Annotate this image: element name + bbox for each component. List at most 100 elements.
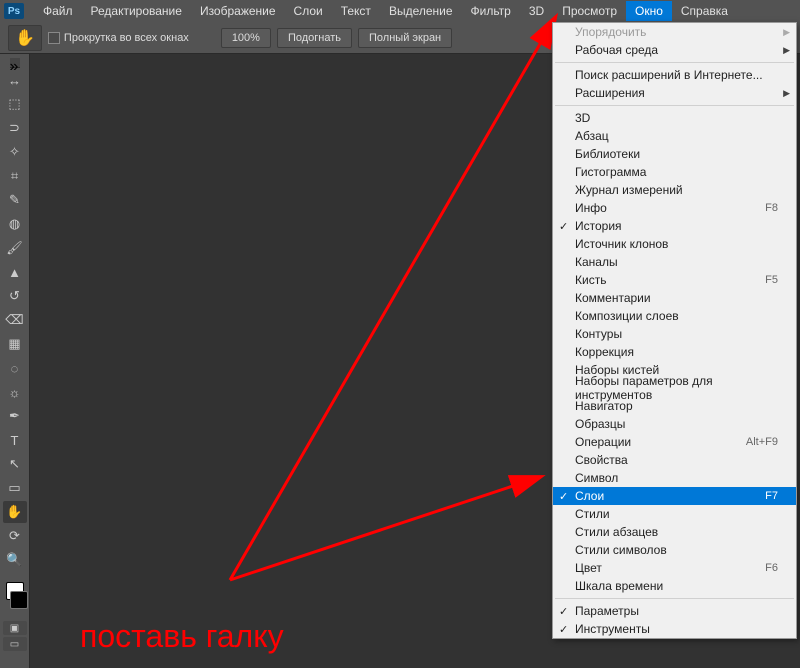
menu-image[interactable]: Изображение — [191, 1, 285, 21]
menu-panel-item[interactable]: Символ — [553, 469, 796, 487]
zoom-tool[interactable]: 🔍 — [3, 549, 27, 571]
menu-item-label: Шкала времени — [575, 579, 778, 593]
menu-panel-item[interactable]: Стили — [553, 505, 796, 523]
menu-panel-item[interactable]: Каналы — [553, 253, 796, 271]
menu-panel-item[interactable]: Журнал измерений — [553, 181, 796, 199]
submenu-arrow-icon: ▶ — [783, 27, 790, 38]
fullscreen-button[interactable]: Полный экран — [358, 28, 452, 48]
menu-panel-item[interactable]: Контуры — [553, 325, 796, 343]
menu-select[interactable]: Выделение — [380, 1, 462, 21]
annotation-text: поставь галку — [80, 618, 284, 655]
menu-layers[interactable]: Слои — [285, 1, 332, 21]
menu-item-label: Стили символов — [575, 543, 778, 557]
toolbox-collapse-icon[interactable]: » — [10, 58, 20, 68]
marquee-tool[interactable]: ⬚ — [3, 93, 27, 115]
menu-item-label: Абзац — [575, 129, 778, 143]
menu-panel-item[interactable]: ОперацииAlt+F9 — [553, 433, 796, 451]
menu-3d[interactable]: 3D — [520, 1, 553, 21]
lasso-tool[interactable]: ⊃ — [3, 117, 27, 139]
eraser-tool[interactable]: ⌫ — [3, 309, 27, 331]
menu-item-label: Композиции слоев — [575, 309, 778, 323]
menu-workspace[interactable]: Рабочая среда▶ — [553, 41, 796, 59]
menu-panel-item[interactable]: Гистограмма — [553, 163, 796, 181]
menu-help[interactable]: Справка — [672, 1, 737, 21]
menu-panel-item[interactable]: ИнфоF8 — [553, 199, 796, 217]
shape-tool[interactable]: ▭ — [3, 477, 27, 499]
menu-item-label: Навигатор — [575, 399, 778, 413]
menu-panel-item[interactable]: Комментарии — [553, 289, 796, 307]
check-icon: ✓ — [559, 623, 568, 636]
menu-panel-item[interactable]: Свойства — [553, 451, 796, 469]
crop-tool[interactable]: ⌗ — [3, 165, 27, 187]
menu-options-toggle[interactable]: ✓Параметры — [553, 602, 796, 620]
menu-item-shortcut: F5 — [765, 274, 778, 286]
menu-item-label: Каналы — [575, 255, 778, 269]
menu-item-label: Коррекция — [575, 345, 778, 359]
menu-panel-item[interactable]: Образцы — [553, 415, 796, 433]
menu-panel-item[interactable]: Библиотеки — [553, 145, 796, 163]
hand-tool-icon[interactable]: ✋ — [8, 25, 42, 51]
menu-item-label: Операции — [575, 435, 746, 449]
menu-text[interactable]: Текст — [332, 1, 380, 21]
menu-panel-item[interactable]: Композиции слоев — [553, 307, 796, 325]
menu-item-shortcut: Alt+F9 — [746, 436, 778, 448]
menu-item-shortcut: F7 — [765, 490, 778, 502]
menu-item-label: Свойства — [575, 453, 778, 467]
menu-filter[interactable]: Фильтр — [462, 1, 520, 21]
menu-item-label: Символ — [575, 471, 778, 485]
background-swatch[interactable] — [10, 591, 28, 609]
menu-item-label: 3D — [575, 111, 778, 125]
menubar: Ps Файл Редактирование Изображение Слои … — [0, 0, 800, 22]
menu-panel-item[interactable]: Источник клонов — [553, 235, 796, 253]
move-tool[interactable]: ↔ — [3, 69, 27, 91]
scroll-all-checkbox[interactable]: Прокрутка во всех окнах — [48, 32, 189, 44]
quickmask-toggle[interactable]: ▣ — [3, 621, 27, 635]
dodge-tool[interactable]: ☼ — [3, 381, 27, 403]
menu-item-label: Слои — [575, 489, 765, 503]
healing-tool[interactable]: ◍ — [3, 213, 27, 235]
fit-button[interactable]: Подогнать — [277, 28, 352, 48]
menu-separator — [555, 598, 794, 599]
menu-panel-item[interactable]: Коррекция — [553, 343, 796, 361]
path-tool[interactable]: ↖ — [3, 453, 27, 475]
gradient-tool[interactable]: ▦ — [3, 333, 27, 355]
rotate-tool[interactable]: ⟳ — [3, 525, 27, 547]
hand-tool[interactable]: ✋ — [3, 501, 27, 523]
menu-separator — [555, 62, 794, 63]
menu-extensions[interactable]: Расширения▶ — [553, 84, 796, 102]
menu-window[interactable]: Окно — [626, 1, 672, 21]
menu-panel-item[interactable]: Стили абзацев — [553, 523, 796, 541]
history-brush-tool[interactable]: ↺ — [3, 285, 27, 307]
pen-tool[interactable]: ✒ — [3, 405, 27, 427]
blur-tool[interactable]: ◌ — [3, 357, 27, 379]
menu-view[interactable]: Просмотр — [553, 1, 626, 21]
zoom-100-button[interactable]: 100% — [221, 28, 271, 48]
menu-panel-item[interactable]: Шкала времени — [553, 577, 796, 595]
menu-arrange[interactable]: Упорядочить▶ — [553, 23, 796, 41]
brush-tool[interactable]: 🖌 — [3, 237, 27, 259]
menu-panel-item[interactable]: ЦветF6 — [553, 559, 796, 577]
eyedropper-tool[interactable]: ✎ — [3, 189, 27, 211]
menu-panel-item[interactable]: 3D — [553, 109, 796, 127]
menu-panel-item[interactable]: КистьF5 — [553, 271, 796, 289]
menu-file[interactable]: Файл — [34, 1, 82, 21]
menu-item-label: Образцы — [575, 417, 778, 431]
menu-panel-item[interactable]: Наборы параметров для инструментов — [553, 379, 796, 397]
app-logo: Ps — [4, 3, 24, 19]
menu-edit[interactable]: Редактирование — [82, 1, 191, 21]
menu-panel-item[interactable]: Навигатор — [553, 397, 796, 415]
menu-tools-toggle[interactable]: ✓Инструменты — [553, 620, 796, 638]
menu-panel-item[interactable]: Стили символов — [553, 541, 796, 559]
magic-wand-tool[interactable]: ✧ — [3, 141, 27, 163]
menu-item-label: Инфо — [575, 201, 765, 215]
menu-panel-item[interactable]: ✓История — [553, 217, 796, 235]
menu-panel-item[interactable]: ✓СлоиF7 — [553, 487, 796, 505]
menu-item-label: История — [575, 219, 778, 233]
menu-panel-item[interactable]: Абзац — [553, 127, 796, 145]
menu-browse-extensions[interactable]: Поиск расширений в Интернете... — [553, 66, 796, 84]
stamp-tool[interactable]: ▲ — [3, 261, 27, 283]
screenmode-toggle[interactable]: ▭ — [3, 637, 27, 651]
type-tool[interactable]: T — [3, 429, 27, 451]
menu-item-label: Стили — [575, 507, 778, 521]
checkbox-icon — [48, 32, 60, 44]
